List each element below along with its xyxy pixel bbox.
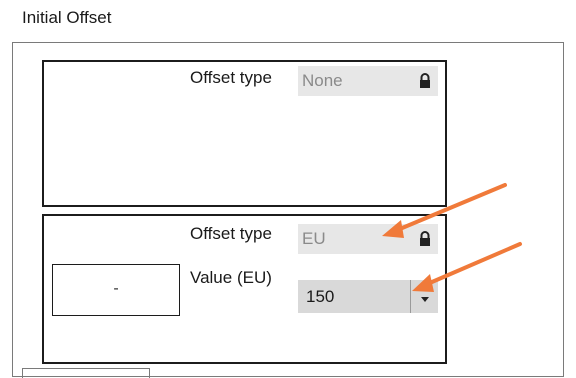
annotation-arrows <box>382 183 522 292</box>
annotation-arrow-2 <box>412 242 522 292</box>
annotation-arrow-1 <box>382 183 507 238</box>
